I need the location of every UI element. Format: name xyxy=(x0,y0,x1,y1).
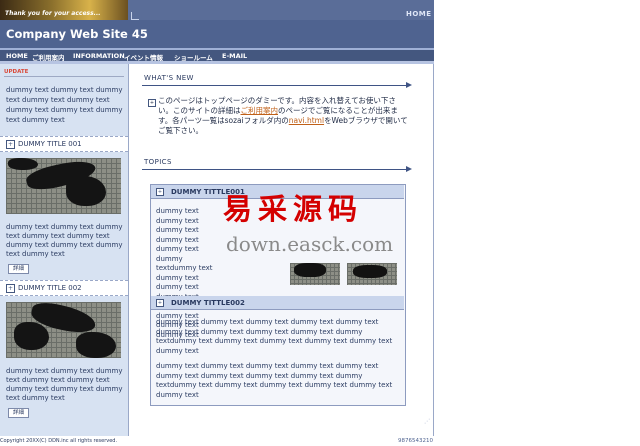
topic-2-header[interactable]: + DUMMY TITTLE002 xyxy=(151,296,404,310)
topic-2-title: DUMMY TITTLE002 xyxy=(171,299,245,307)
resize-corner-icon xyxy=(131,12,139,20)
plus-icon: + xyxy=(156,188,164,196)
main-right-border xyxy=(433,64,434,436)
topics-heading: TOPICS xyxy=(142,155,412,172)
sidebar-block-2-header[interactable]: + DUMMY TITLE 002 xyxy=(0,280,128,296)
copyright: Copyright 20XX(C) DDN.inc all rights res… xyxy=(0,438,118,444)
navi-html-link[interactable]: navi.html xyxy=(289,116,324,125)
nav-item-home[interactable]: HOME xyxy=(6,52,28,60)
site-title: Company Web Site 45 xyxy=(6,27,148,41)
topic-2-text-2: dummy text dummy text dummy text dummy t… xyxy=(156,362,393,399)
topic-2-text: dummy text dummy text dummy text dummy t… xyxy=(156,318,393,355)
detail-button-2[interactable]: 詳細 xyxy=(8,408,29,418)
topic-thumb-1 xyxy=(290,263,340,285)
sidebar-block-1-header[interactable]: + DUMMY TITLE 001 xyxy=(0,136,128,152)
home-link[interactable]: HOME xyxy=(406,10,432,18)
whats-new-heading: WHAT'S NEW xyxy=(142,71,412,88)
topics-label: TOPICS xyxy=(144,158,172,166)
main-left-border xyxy=(128,64,129,436)
plus-icon: + xyxy=(6,140,15,149)
nav-item-information[interactable]: INFORMATION xyxy=(73,52,125,60)
sidebar-photo-1 xyxy=(6,158,121,214)
watermark-domain: down.easck.com xyxy=(226,232,394,256)
nav-item-email[interactable]: E-MAIL xyxy=(222,52,247,60)
guide-link[interactable]: ご利用案内 xyxy=(241,106,279,115)
update-divider xyxy=(4,76,124,77)
phone-number: 9876543210 xyxy=(398,438,433,444)
arrow-right-icon xyxy=(406,82,412,88)
topic-thumb-2 xyxy=(347,263,397,285)
update-text: dummy text dummy text dummy text dummy t… xyxy=(6,86,123,124)
sidebar-block-1-title: DUMMY TITLE 001 xyxy=(18,140,82,148)
sidebar-block-2-text: dummy text dummy text dummy text dummy t… xyxy=(6,367,123,402)
resize-dots-icon: ⋰ xyxy=(424,418,430,425)
sidebar-photo-2 xyxy=(6,302,121,358)
update-label: UPDATE xyxy=(4,69,29,75)
whats-new-text: このページはトップページのダミーです。内容を入れ替えてお使い下さい。このサイトの… xyxy=(158,96,410,136)
sidebar-block-2-title: DUMMY TITLE 002 xyxy=(18,284,82,292)
plus-icon: + xyxy=(6,284,15,293)
plus-icon: + xyxy=(156,299,164,307)
watermark-chinese: 易采源码 xyxy=(223,192,364,226)
sidebar-block-1-text: dummy text dummy text dummy text dummy t… xyxy=(6,223,123,258)
whats-new-label: WHAT'S NEW xyxy=(144,74,194,82)
plus-icon: + xyxy=(148,99,156,107)
header-top-bar xyxy=(128,0,434,20)
global-nav: HOME ご利用案内 INFORMATION イベント情報 ショールーム E-M… xyxy=(0,50,434,62)
detail-button-1[interactable]: 詳細 xyxy=(8,264,29,274)
arrow-right-icon xyxy=(406,166,412,172)
header-tagline: Thank you for your access... xyxy=(5,10,101,17)
